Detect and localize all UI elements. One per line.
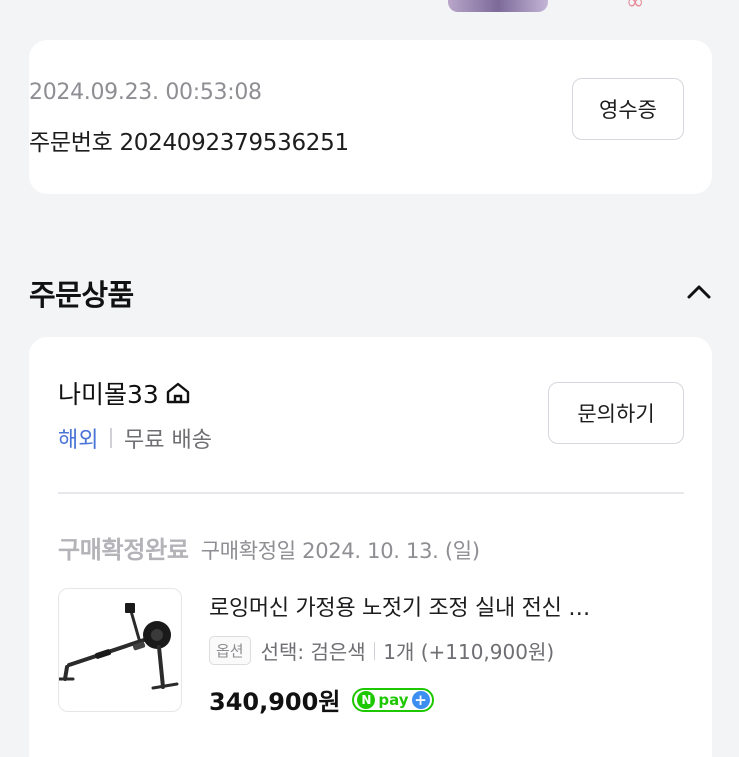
- npay-n-icon: N: [357, 690, 376, 709]
- free-shipping-label: 무료 배송: [123, 428, 212, 453]
- store-home-icon: [166, 382, 190, 404]
- order-number: 주문번호 2024092379536251: [29, 130, 349, 156]
- confirm-date: 구매확정일 2024. 10. 13. (일): [200, 539, 480, 563]
- section-title: 주문상품: [29, 278, 134, 312]
- chevron-up-icon[interactable]: [686, 282, 712, 302]
- product-thumbnail[interactable]: [58, 588, 182, 712]
- inquiry-button[interactable]: 문의하기: [548, 382, 684, 444]
- product-price: 340,900원: [209, 688, 341, 716]
- divider: [110, 428, 112, 448]
- shipping-info: 해외 무료 배송: [58, 422, 212, 454]
- purchase-status: 구매확정완료 구매확정일 2024. 10. 13. (일): [58, 530, 480, 565]
- receipt-button[interactable]: 영수증: [572, 78, 684, 140]
- option-quantity: 1개 (+110,900원): [383, 640, 555, 664]
- divider: [373, 641, 376, 660]
- npay-label: pay: [378, 690, 409, 709]
- option-value: 선택: 검은색: [260, 640, 366, 664]
- plus-icon: +: [411, 690, 430, 709]
- status-label: 구매확정완료: [58, 536, 189, 564]
- store-name-link[interactable]: 나미몰33: [58, 375, 191, 411]
- divider: [58, 492, 684, 494]
- product-option: 옵션 선택: 검은색 1개 (+110,900원): [209, 636, 554, 665]
- product-title-link[interactable]: 로잉머신 가정용 노젓기 조정 실내 전신 …: [209, 590, 679, 622]
- infinity-icon: ∞: [626, 0, 645, 15]
- top-banner-strip: ∞: [0, 0, 739, 14]
- order-datetime: 2024.09.23. 00:53:08: [29, 80, 262, 105]
- price-row: 340,900원 N pay +: [209, 682, 434, 717]
- rowing-machine-image: [59, 603, 179, 690]
- option-tag: 옵션: [209, 636, 251, 665]
- store-name: 나미몰33: [58, 380, 159, 409]
- banner-logo: [448, 0, 548, 12]
- npay-plus-badge: N pay +: [352, 687, 434, 712]
- overseas-label: 해외: [58, 428, 99, 453]
